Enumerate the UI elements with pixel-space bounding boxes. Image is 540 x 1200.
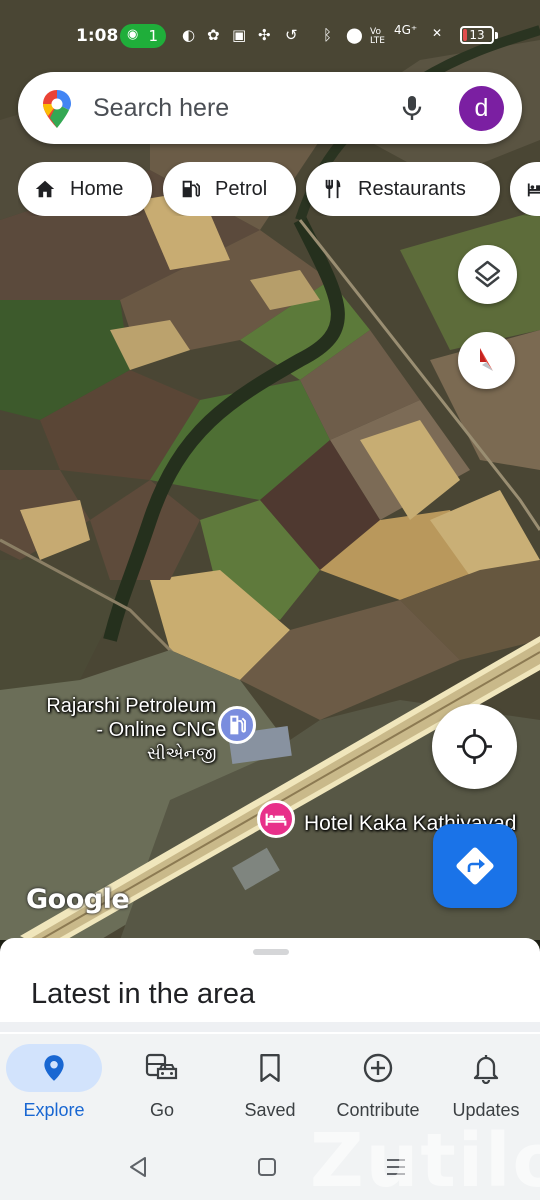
nav-label: Saved — [244, 1100, 296, 1120]
app-notification-icon: ✿ — [207, 26, 220, 44]
signal-icon: ✕ — [432, 26, 443, 40]
gas-station-marker[interactable] — [218, 706, 256, 744]
place-name-line2: - Online CNG — [96, 719, 217, 741]
sheet-drag-handle[interactable] — [253, 949, 289, 955]
nav-icon-container — [114, 1044, 210, 1092]
home-icon — [35, 180, 55, 198]
hotel-icon — [527, 183, 540, 197]
app-notification-icon: ▣ — [232, 26, 247, 44]
nav-icon-container — [6, 1044, 102, 1092]
compass-button[interactable] — [458, 332, 515, 389]
microphone-icon[interactable] — [396, 92, 428, 124]
compass-icon — [480, 348, 493, 371]
layers-button[interactable] — [458, 245, 517, 304]
commute-icon — [145, 1053, 178, 1080]
avatar[interactable]: d — [459, 86, 504, 131]
directions-icon — [456, 847, 494, 885]
google-maps-pin-icon — [43, 90, 71, 128]
bottom-sheet[interactable]: Latest in the area — [0, 938, 540, 1038]
watermark: Zutilo — [310, 1118, 540, 1200]
chip-petrol[interactable]: Petrol — [163, 162, 296, 216]
nav-label: Go — [149, 1100, 174, 1120]
gas-station-icon — [230, 715, 246, 735]
status-bar: 1:08 ◉ 1 ◐ ✿ ▣ ✣ ↺ ᛒ ⬤ Vo LTE 4G⁺ ✕ 13 — [0, 18, 540, 56]
my-location-button[interactable] — [432, 704, 517, 789]
layers-icon — [474, 260, 501, 288]
chip-label: Restaurants — [358, 177, 466, 200]
chip-home[interactable]: Home — [18, 162, 152, 216]
sheet-title: Latest in the area — [31, 978, 256, 1010]
add-circle-icon — [363, 1053, 393, 1083]
hotel-icon — [265, 813, 287, 826]
battery-icon: 13 — [460, 26, 494, 44]
nav-explore[interactable]: Explore — [0, 1034, 108, 1134]
chip-hotels[interactable] — [510, 162, 540, 216]
location-icon: ⬤ — [346, 26, 363, 44]
gas-station-icon — [182, 180, 200, 198]
nav-icon-container — [330, 1044, 426, 1092]
fork-knife-icon — [325, 179, 341, 199]
network-type: 4G⁺ — [394, 23, 418, 37]
nav-label: Explore — [23, 1100, 85, 1120]
hotel-marker[interactable] — [257, 800, 295, 838]
wifi-icon: ◉ — [127, 27, 139, 42]
bookmark-icon — [260, 1054, 280, 1082]
pinwheel-icon: ✣ — [258, 26, 271, 44]
google-attribution: Google — [26, 884, 130, 915]
explore-pin-icon — [44, 1055, 64, 1081]
hotspot-count: 1 — [148, 27, 158, 45]
home-button-icon[interactable] — [257, 1156, 277, 1178]
chip-label: Petrol — [215, 177, 268, 200]
divider — [0, 1022, 540, 1032]
my-location-icon — [457, 729, 492, 764]
bell-icon — [473, 1055, 499, 1084]
chip-label: Home — [70, 177, 124, 200]
battery-fill — [463, 29, 467, 41]
search-bar[interactable]: d — [18, 72, 522, 144]
category-chips: Home Petrol Restaurants — [18, 162, 540, 216]
place-name-line1: Rajarshi Petroleum — [46, 695, 217, 717]
hotspot-badge: ◉ 1 — [120, 24, 166, 48]
back-icon[interactable] — [128, 1156, 148, 1178]
battery-tip — [495, 32, 498, 39]
status-time: 1:08 — [76, 26, 119, 46]
place-name-line3: સીએનજી — [147, 744, 217, 763]
nav-go[interactable]: Go — [108, 1034, 216, 1134]
nav-icon-container — [438, 1044, 534, 1092]
bluetooth-icon: ᛒ — [323, 26, 333, 44]
directions-button[interactable] — [433, 824, 517, 908]
search-input[interactable] — [93, 90, 383, 126]
nav-icon-container — [222, 1044, 318, 1092]
call-icon: ↺ — [285, 26, 298, 44]
chip-restaurants[interactable]: Restaurants — [306, 162, 500, 216]
notification-icon: ◐ — [182, 26, 196, 44]
place-label-petroleum[interactable]: Rajarshi Petroleum - Online CNG સીએનજી — [19, 694, 216, 766]
battery-level: 13 — [469, 28, 485, 42]
nav-saved[interactable]: Saved — [216, 1034, 324, 1134]
volte-icon: Vo LTE — [370, 27, 385, 46]
